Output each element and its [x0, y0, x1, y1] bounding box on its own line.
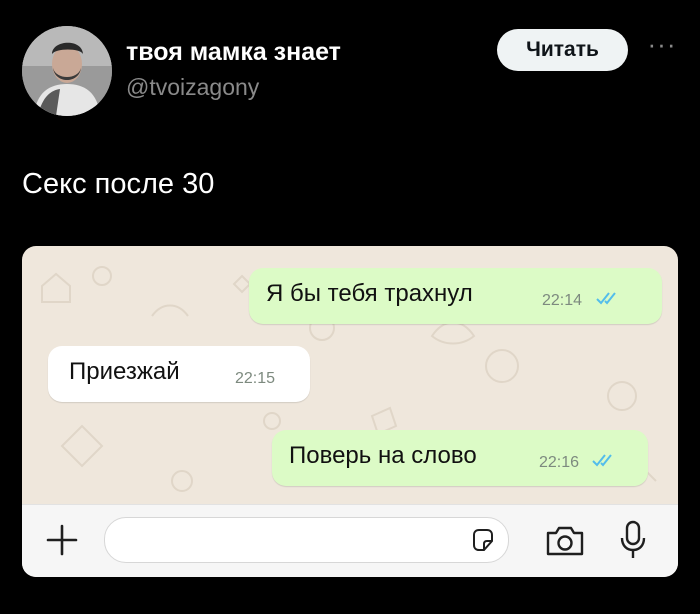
message-text: Приезжай	[69, 358, 180, 385]
message-bubble-incoming[interactable]: Приезжай 22:15	[48, 346, 310, 402]
microphone-icon[interactable]	[619, 519, 647, 561]
message-text: Поверь на слово	[289, 442, 477, 469]
message-bubble-outgoing[interactable]: Я бы тебя трахнул 22:14	[249, 268, 662, 324]
camera-icon[interactable]	[544, 523, 586, 559]
message-time: 22:16	[539, 454, 580, 471]
message-text: Я бы тебя трахнул	[266, 280, 473, 307]
author-name[interactable]: твоя мамка знает	[126, 38, 341, 67]
more-options-icon[interactable]: ···	[645, 29, 679, 59]
message-input[interactable]	[104, 517, 509, 563]
plus-icon[interactable]	[44, 522, 80, 558]
sticker-icon[interactable]	[470, 527, 496, 553]
chat-input-bar	[22, 504, 678, 577]
author-avatar[interactable]	[22, 26, 112, 116]
message-bubble-outgoing[interactable]: Поверь на слово 22:16	[272, 430, 648, 486]
chat-screenshot[interactable]: Я бы тебя трахнул 22:14 Приезжай 22:15 П…	[22, 246, 678, 577]
read-ticks-icon	[592, 454, 612, 467]
avatar-photo	[22, 26, 112, 116]
author-handle[interactable]: @tvoizagony	[126, 74, 259, 101]
message-time: 22:15	[235, 370, 276, 387]
tweet-text: Секс после 30	[22, 168, 215, 200]
message-time: 22:14	[542, 292, 583, 309]
read-ticks-icon	[596, 292, 616, 305]
follow-button[interactable]: Читать	[497, 29, 628, 71]
